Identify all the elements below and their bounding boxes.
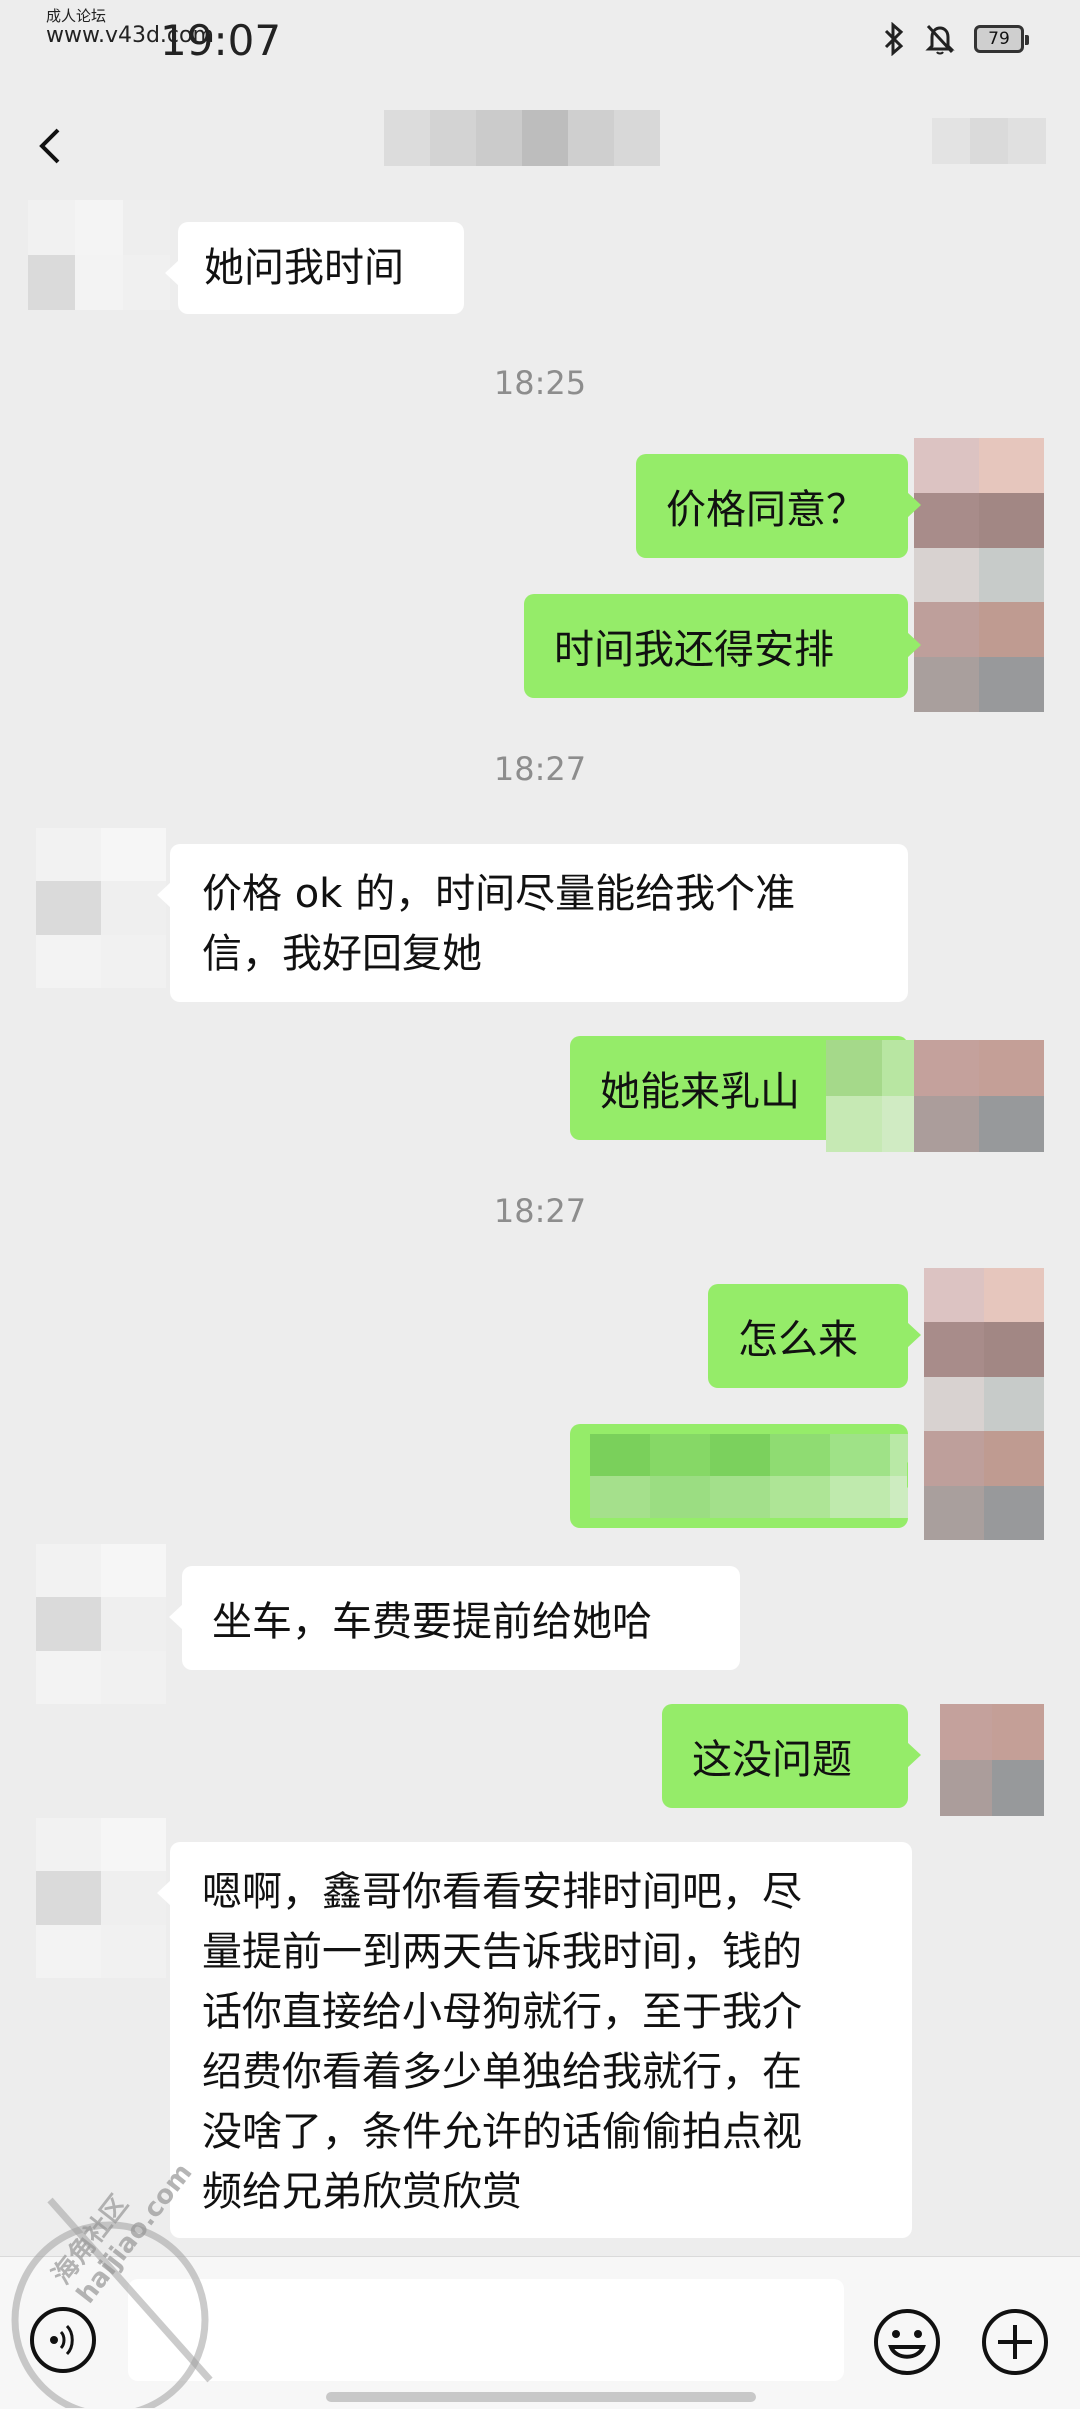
my-avatar[interactable] bbox=[914, 1040, 1044, 1152]
status-icons: 79 bbox=[882, 22, 1029, 56]
chat-title-pixelated bbox=[384, 110, 660, 166]
emoji-icon[interactable] bbox=[872, 2307, 942, 2377]
voice-input-button[interactable] bbox=[30, 2307, 96, 2373]
mute-bell-icon bbox=[925, 24, 955, 55]
outgoing-message-bubble[interactable]: 这没问题 bbox=[662, 1704, 921, 1808]
incoming-message-bubble[interactable]: 她问我时间 bbox=[165, 222, 464, 314]
message-timestamp: 18:27 bbox=[493, 1192, 587, 1230]
message-line: 量提前一到两天告诉我时间，钱的 bbox=[202, 1929, 802, 1975]
input-toolbar bbox=[0, 2256, 1080, 2409]
message-input[interactable] bbox=[128, 2279, 844, 2381]
plus-icon[interactable] bbox=[980, 2307, 1050, 2377]
incoming-message-bubble[interactable]: 价格 ok 的，时间尽量能给我个准 信，我好回复她 bbox=[157, 844, 908, 1002]
battery-icon: 79 bbox=[974, 25, 1029, 53]
contact-avatar[interactable] bbox=[36, 1818, 166, 1978]
back-icon[interactable] bbox=[30, 116, 70, 176]
status-time: 19:07 bbox=[160, 16, 282, 65]
outgoing-message-bubble[interactable]: 价格同意？ bbox=[636, 454, 921, 558]
voice-icon bbox=[50, 2324, 74, 2356]
incoming-message-bubble[interactable]: 坐车，车费要提前给她哈 bbox=[169, 1566, 740, 1670]
message-line: 话你直接给小母狗就行，至于我介 bbox=[202, 1989, 802, 2035]
pixelated-censor bbox=[590, 1434, 908, 1518]
more-button-pixelated[interactable] bbox=[932, 118, 1046, 164]
outgoing-message-bubble-pixelated[interactable] bbox=[570, 1424, 908, 1528]
message-line: 嗯啊，鑫哥你看看安排时间吧，尽 bbox=[202, 1869, 802, 1915]
message-line: 价格 ok 的，时间尽量能给我个准 bbox=[202, 871, 796, 917]
message-line: 信，我好回复她 bbox=[202, 931, 482, 977]
message-line: 频给兄弟欣赏欣赏 bbox=[202, 2169, 522, 2215]
incoming-message-bubble[interactable]: 嗯啊，鑫哥你看看安排时间吧，尽 量提前一到两天告诉我时间，钱的 话你直接给小母狗… bbox=[157, 1842, 912, 2238]
chat-header bbox=[0, 90, 1080, 208]
contact-avatar[interactable] bbox=[36, 1544, 166, 1704]
message-timestamp: 18:25 bbox=[493, 364, 587, 402]
message-timestamp: 18:27 bbox=[493, 750, 587, 788]
my-avatar[interactable] bbox=[940, 1704, 1044, 1816]
message-line: 没啥了，条件允许的话偷偷拍点视 bbox=[202, 2109, 802, 2155]
contact-avatar[interactable] bbox=[28, 200, 170, 310]
outgoing-message-bubble[interactable]: 怎么来 bbox=[708, 1284, 921, 1388]
outgoing-message-bubble[interactable]: 时间我还得安排 bbox=[524, 594, 921, 698]
contact-avatar[interactable] bbox=[36, 828, 166, 988]
my-avatar[interactable] bbox=[914, 438, 1044, 712]
bluetooth-icon bbox=[884, 22, 904, 56]
status-bar: 成人论坛 www.v43d.com 19:07 79 bbox=[0, 0, 1080, 90]
home-indicator[interactable] bbox=[326, 2392, 756, 2402]
my-avatar[interactable] bbox=[924, 1268, 1044, 1540]
message-line: 绍费你看着多少单独给我就行，在 bbox=[202, 2049, 802, 2095]
battery-level: 79 bbox=[988, 29, 1010, 49]
